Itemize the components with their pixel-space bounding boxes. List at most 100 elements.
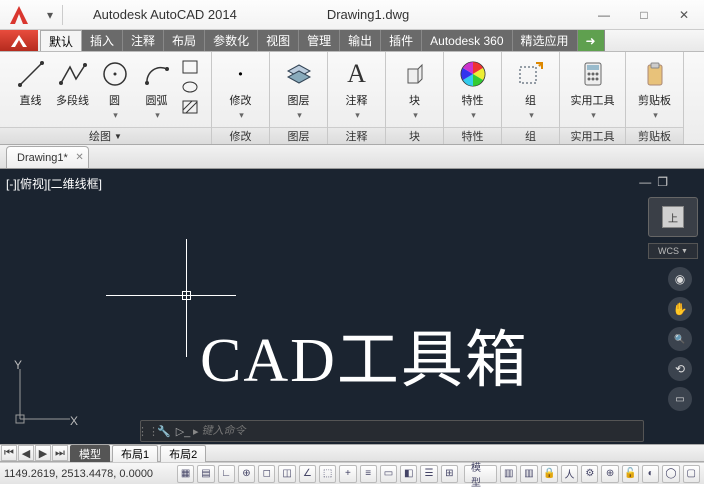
panel-title-util: 实用工具 [560,127,625,144]
properties-button[interactable]: 特性 [454,56,492,121]
utilities-button[interactable]: 实用工具 [565,56,621,121]
hardware-icon[interactable]: ◐ [642,465,659,483]
ribbon-tab-layout[interactable]: 布局 [164,30,205,51]
layout-prev-icon[interactable]: ◀ [18,445,34,461]
osnap-toggle[interactable]: ◻ [258,465,275,483]
ribbon-tab-output[interactable]: 输出 [340,30,381,51]
maximize-button[interactable]: □ [624,0,664,30]
block-button[interactable]: 块 [396,56,434,121]
ribbon-tab-parametric[interactable]: 参数化 [205,30,258,51]
isolate-icon[interactable]: ◯ [662,465,679,483]
close-tab-icon[interactable]: ✕ [75,152,83,163]
modify-button[interactable]: •修改 [222,56,260,121]
wcs-indicator[interactable]: WCS▼ [648,243,698,259]
document-tab-label: Drawing1* [17,152,68,164]
qp-toggle[interactable]: ◧ [400,465,417,483]
circle-button[interactable]: 圆 [96,56,134,121]
pickbox [182,291,191,300]
sc-toggle[interactable]: ☰ [420,465,437,483]
ribbon-tab-view[interactable]: 视图 [258,30,299,51]
nav-wheel-icon[interactable]: ◉ [668,267,692,291]
ellipse-icon[interactable] [180,78,200,96]
lwt-toggle[interactable]: ≡ [360,465,377,483]
zoom-icon[interactable]: 🔍 [668,327,692,351]
crosshair-h [106,295,236,296]
cmd-history-icon[interactable]: 🔧 [155,425,173,438]
clipboard-icon [639,58,671,90]
quick-access-toolbar: ▾ [38,5,63,25]
cmd-grip-icon[interactable]: ⋮⋮ [141,425,155,438]
ribbon-tab-a360[interactable]: Autodesk 360 [422,30,512,51]
viewport-minimize-icon[interactable]: — [639,175,651,189]
colorwheel-icon [457,58,489,90]
polar-toggle[interactable]: ⊕ [238,465,255,483]
app-title: Autodesk AutoCAD 2014 [93,7,237,22]
ws-switch-icon[interactable]: ⊕ [601,465,618,483]
view-cube[interactable]: 上 [648,197,698,237]
arc-button[interactable]: 圆弧 [138,56,176,121]
ribbon-tab-featured[interactable]: 精选应用 [513,30,578,51]
viewport-info[interactable]: [-][俯视][二维线框] [6,175,102,192]
annotate-button[interactable]: A注释 [338,56,376,121]
rect-icon[interactable] [180,58,200,76]
snap-toggle[interactable]: ▦ [177,465,194,483]
ribbon-tab-more[interactable]: ➜ [578,30,605,51]
block-icon [399,58,431,90]
layout-tab-model[interactable]: 模型 [70,445,110,462]
app-logo[interactable] [4,1,34,29]
orbit-icon[interactable]: ⟲ [668,357,692,381]
panel-title-modify: 修改 [212,127,269,144]
pan-icon[interactable]: ✋ [668,297,692,321]
document-tab[interactable]: Drawing1* ✕ [6,146,89,168]
viewport-restore-icon[interactable]: ❐ [657,175,668,189]
am-toggle[interactable]: ⊞ [441,465,458,483]
layer-button[interactable]: 图层 [280,56,318,121]
command-input[interactable] [202,425,643,437]
model-button[interactable]: 模型 [464,465,497,483]
panel-title-draw[interactable]: 绘图▼ [0,127,211,144]
clean-screen-icon[interactable]: ▢ [683,465,700,483]
close-button[interactable]: ✕ [664,0,704,30]
app-menu-button[interactable] [0,30,38,51]
grid-toggle[interactable]: ▤ [197,465,214,483]
layout-first-icon[interactable]: ⏮ [1,445,17,461]
command-line[interactable]: ⋮⋮ 🔧 ▷_ ▸ [140,420,644,442]
ribbon-tab-plugins[interactable]: 插件 [381,30,422,51]
otrack-toggle[interactable]: ∠ [299,465,316,483]
layout-last-icon[interactable]: ⏭ [52,445,68,461]
svg-text:X: X [70,414,78,428]
ribbon-tab-manage[interactable]: 管理 [299,30,340,51]
layout-tab-2[interactable]: 布局2 [160,445,206,462]
dyn-toggle[interactable]: + [339,465,356,483]
polyline-button[interactable]: 多段线 [54,56,92,108]
ducs-toggle[interactable]: ⬚ [319,465,336,483]
tpy-toggle[interactable]: ▭ [380,465,397,483]
qv-layouts-icon[interactable]: ▥ [500,465,517,483]
line-button[interactable]: 直线 [12,56,50,108]
minimize-button[interactable]: — [584,0,624,30]
showmotion-icon[interactable]: ▭ [668,387,692,411]
ribbon-tab-annotate[interactable]: 注释 [123,30,164,51]
hatch-icon[interactable] [180,98,200,116]
panel-title-group: 组 [502,127,559,144]
3dosnap-toggle[interactable]: ◫ [278,465,295,483]
coordinates[interactable]: 1149.2619, 2513.4478, 0.0000 [4,468,174,480]
qv-drawings-icon[interactable]: ▥ [520,465,537,483]
panel-title-annot: 注释 [328,127,385,144]
annovis-icon[interactable]: 人 [561,465,578,483]
layout-next-icon[interactable]: ▶ [35,445,51,461]
dot-icon: • [225,58,257,90]
group-button[interactable]: 组 [512,56,550,121]
drawing-canvas[interactable]: [-][俯视][二维线框] — ❐ 上 WCS▼ ◉ ✋ 🔍 ⟲ ▭ CAD工具… [0,169,704,444]
watermark-text: CAD工具箱 [200,309,529,399]
ribbon-tab-default[interactable]: 默认 [40,30,82,51]
layout-tab-1[interactable]: 布局1 [112,445,158,462]
ortho-toggle[interactable]: ∟ [218,465,235,483]
qat-item[interactable]: ▾ [44,9,56,21]
ribbon-tab-insert[interactable]: 插入 [82,30,123,51]
annoscale-icon[interactable]: 🔒 [541,465,558,483]
annoauto-icon[interactable]: ⚙ [581,465,598,483]
toolbar-lock-icon[interactable]: 🔓 [622,465,639,483]
calc-icon [577,58,609,90]
clipboard-button[interactable]: 剪贴板 [636,56,674,121]
